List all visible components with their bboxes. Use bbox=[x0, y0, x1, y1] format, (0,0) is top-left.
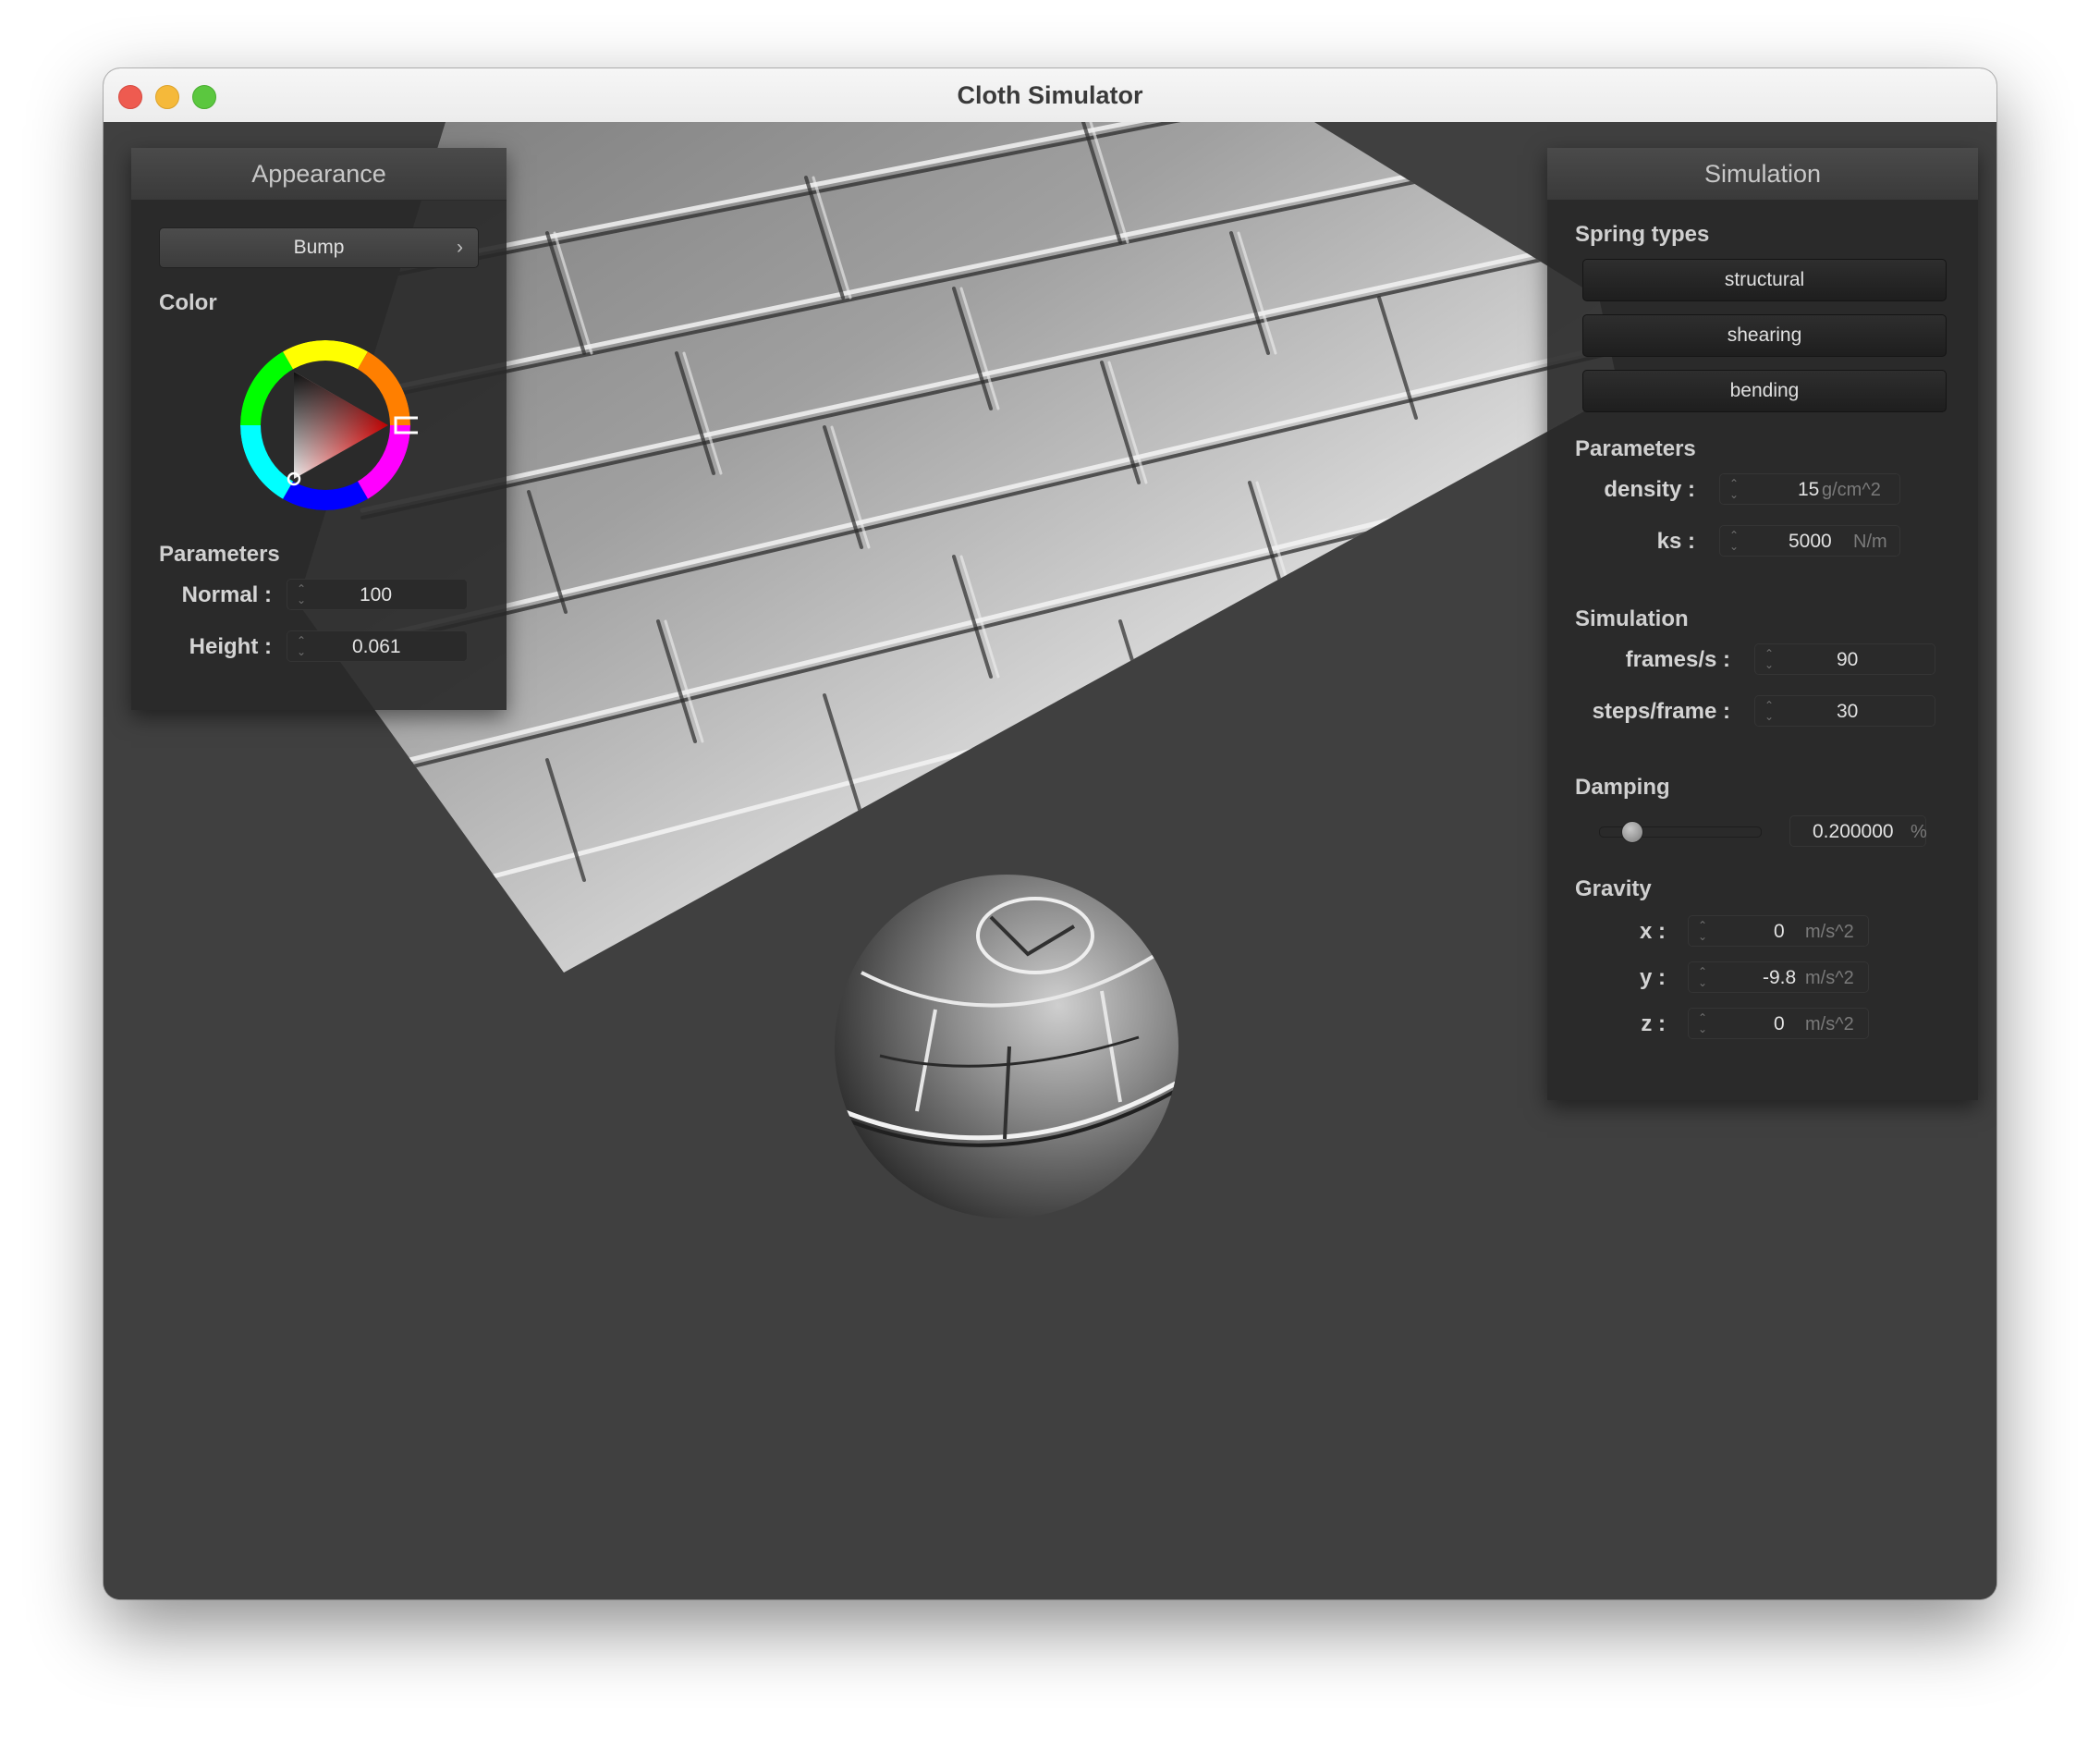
chevron-right-icon: › bbox=[457, 237, 463, 258]
shader-dropdown[interactable]: Bump › bbox=[159, 227, 479, 268]
fps-input[interactable]: ⌃ ⌄ 90 bbox=[1754, 643, 1935, 675]
simulation-panel-header[interactable]: Simulation bbox=[1547, 148, 1978, 201]
appearance-parameters-label: Parameters bbox=[159, 542, 280, 567]
stepper-arrows-icon[interactable]: ⌃ ⌄ bbox=[1729, 478, 1739, 500]
simulation-parameters-label: Parameters bbox=[1575, 436, 1696, 461]
height-input[interactable]: ⌃ ⌄ 0.061 bbox=[287, 630, 468, 662]
appearance-panel-header[interactable]: Appearance bbox=[131, 148, 507, 201]
shader-dropdown-value: Bump bbox=[293, 237, 345, 258]
fps-label: frames/s : bbox=[1625, 647, 1730, 672]
damping-input[interactable]: 0.200000 % bbox=[1789, 815, 1927, 847]
window-title: Cloth Simulator bbox=[957, 81, 1143, 109]
gravity-y-value: -9.8 bbox=[1763, 967, 1797, 988]
shearing-toggle-button[interactable]: shearing bbox=[1582, 314, 1947, 357]
simulation-section-label: Simulation bbox=[1575, 606, 1689, 631]
app-window: Cloth Simulator Appearance Bump › Color … bbox=[104, 68, 1996, 1599]
bending-toggle-button[interactable]: bending bbox=[1582, 370, 1947, 412]
ks-input[interactable]: ⌃ ⌄ 5000 N/m bbox=[1719, 525, 1900, 557]
stepper-arrows-icon[interactable]: ⌃ ⌄ bbox=[1698, 920, 1707, 942]
damping-unit: % bbox=[1911, 822, 1927, 842]
stepper-arrows-icon[interactable]: ⌃ ⌄ bbox=[1698, 1012, 1707, 1034]
3d-viewport[interactable]: Appearance Bump › Color Parameters Norma… bbox=[104, 122, 1996, 1599]
stepper-arrows-icon[interactable]: ⌃ ⌄ bbox=[1764, 648, 1774, 670]
steps-label: steps/frame : bbox=[1592, 699, 1730, 724]
gravity-y-input[interactable]: ⌃ ⌄ -9.8 m/s^2 bbox=[1688, 961, 1869, 993]
gravity-z-value: 0 bbox=[1774, 1013, 1785, 1034]
normal-label: Normal : bbox=[181, 582, 272, 607]
gravity-z-label: z : bbox=[1641, 1011, 1666, 1036]
gravity-x-label: x : bbox=[1639, 919, 1666, 944]
ks-label: ks : bbox=[1656, 529, 1695, 554]
damping-slider-handle[interactable] bbox=[1620, 821, 1643, 843]
collision-sphere bbox=[835, 875, 1178, 1218]
density-unit: g/cm^2 bbox=[1822, 480, 1881, 500]
spring-types-label: Spring types bbox=[1575, 222, 1710, 247]
gravity-x-unit: m/s^2 bbox=[1805, 922, 1854, 942]
ks-value: 5000 bbox=[1789, 531, 1832, 552]
stepper-arrows-icon[interactable]: ⌃ ⌄ bbox=[297, 583, 306, 606]
stepper-arrows-icon[interactable]: ⌃ ⌄ bbox=[1729, 530, 1739, 552]
density-label: density : bbox=[1604, 477, 1695, 502]
fps-value: 90 bbox=[1837, 649, 1859, 670]
stepper-arrows-icon[interactable]: ⌃ ⌄ bbox=[297, 635, 306, 657]
gravity-z-unit: m/s^2 bbox=[1805, 1014, 1854, 1034]
title-bar[interactable]: Cloth Simulator bbox=[104, 68, 1996, 123]
stepper-arrows-icon[interactable]: ⌃ ⌄ bbox=[1764, 700, 1774, 722]
density-value: 15 bbox=[1798, 479, 1820, 500]
gravity-z-input[interactable]: ⌃ ⌄ 0 m/s^2 bbox=[1688, 1008, 1869, 1039]
structural-toggle-button[interactable]: structural bbox=[1582, 259, 1947, 301]
height-label: Height : bbox=[189, 634, 272, 659]
density-input[interactable]: ⌃ ⌄ 15 g/cm^2 bbox=[1719, 473, 1900, 505]
gravity-label: Gravity bbox=[1575, 876, 1652, 901]
damping-label: Damping bbox=[1575, 775, 1670, 800]
color-wheel[interactable] bbox=[233, 333, 418, 518]
height-value: 0.061 bbox=[352, 636, 401, 657]
gravity-x-input[interactable]: ⌃ ⌄ 0 m/s^2 bbox=[1688, 915, 1869, 947]
gravity-x-value: 0 bbox=[1774, 921, 1785, 942]
damping-value: 0.200000 bbox=[1813, 821, 1894, 842]
appearance-panel: Appearance Bump › Color Parameters Norma… bbox=[131, 148, 507, 710]
normal-input[interactable]: ⌃ ⌄ 100 bbox=[287, 579, 468, 610]
stepper-arrows-icon[interactable]: ⌃ ⌄ bbox=[1698, 966, 1707, 988]
gravity-y-unit: m/s^2 bbox=[1805, 968, 1854, 988]
steps-value: 30 bbox=[1837, 701, 1859, 722]
gravity-y-label: y : bbox=[1639, 965, 1666, 990]
simulation-panel: Simulation Spring types structural shear… bbox=[1547, 148, 1978, 1100]
normal-value: 100 bbox=[360, 584, 393, 606]
steps-input[interactable]: ⌃ ⌄ 30 bbox=[1754, 695, 1935, 727]
color-section-label: Color bbox=[159, 290, 217, 315]
ks-unit: N/m bbox=[1853, 532, 1887, 552]
